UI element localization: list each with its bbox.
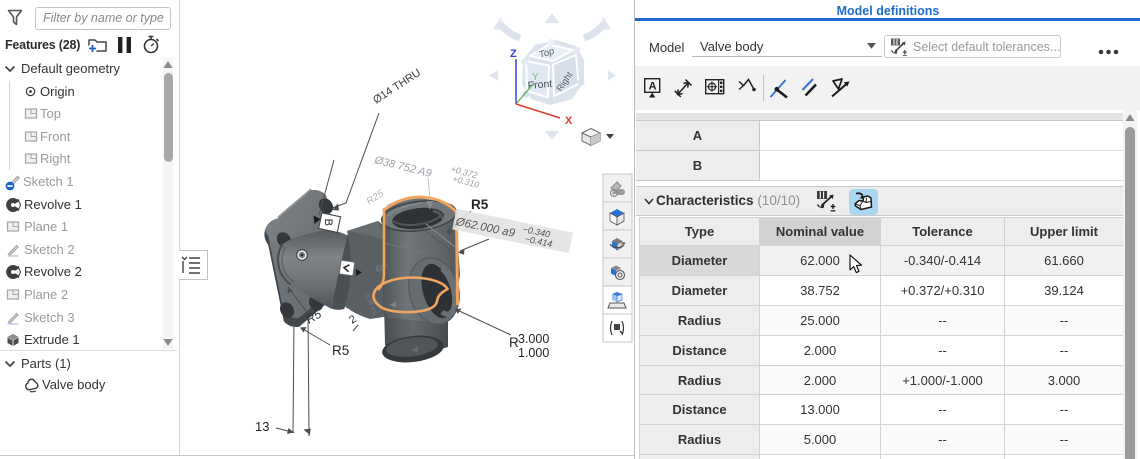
svg-text:Y: Y — [532, 72, 539, 83]
svg-text:3.000: 3.000 — [518, 332, 549, 346]
svg-text:Ø14 THRU: Ø14 THRU — [371, 67, 423, 107]
svg-text:1.000: 1.000 — [518, 346, 549, 360]
svg-text:R25: R25 — [365, 188, 387, 207]
svg-text:R5: R5 — [471, 197, 489, 212]
svg-text:13: 13 — [255, 419, 269, 434]
svg-text:A: A — [649, 81, 657, 93]
svg-text:Z: Z — [510, 48, 517, 60]
svg-text:R5: R5 — [332, 343, 349, 358]
svg-text:B: B — [322, 219, 334, 226]
svg-text:60°: 60° — [375, 262, 389, 274]
svg-text:2: 2 — [347, 313, 359, 326]
svg-text:Ø38 752 A9: Ø38 752 A9 — [372, 154, 432, 180]
svg-text:X: X — [565, 115, 573, 127]
